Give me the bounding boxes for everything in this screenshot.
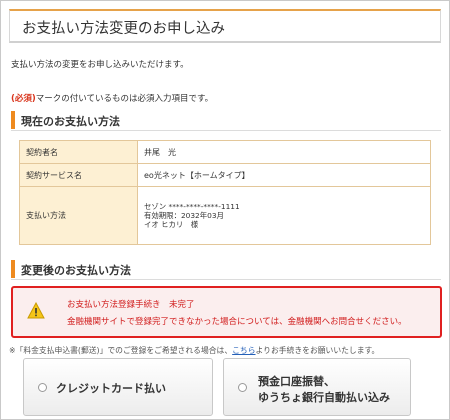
card-number: セゾン ****-****-****-1111: [144, 202, 240, 211]
intro-text: 支払い方法の変更をお申し込みいただけます。: [11, 60, 189, 70]
contractor-name-value: 井尾 光: [137, 140, 431, 164]
current-payment-table: 契約者名 井尾 光 契約サービス名 eo光ネット【ホームタイプ】 支払い方法 セ…: [19, 140, 431, 245]
radio-button[interactable]: [238, 383, 247, 392]
radio-button[interactable]: [38, 383, 47, 392]
page-frame: お支払い方法変更のお申し込み 支払い方法の変更をお申し込みいただけます。 (必須…: [0, 0, 450, 420]
service-name-value: eo光ネット【ホームタイプ】: [137, 163, 431, 187]
registration-alert: お支払い方法登録手続き 未完了 金融機関サイトで登録完了できなかった場合について…: [11, 286, 442, 338]
table-row: 契約者名 井尾 光: [19, 140, 431, 164]
bank-transfer-label-1: 預金口座振替、: [258, 375, 335, 388]
alert-detail-text: 金融機関サイトで登録完了できなかった場合については、金融機関へお問合せください。: [67, 317, 407, 327]
service-name-label: 契約サービス名: [19, 163, 138, 187]
payment-method-value: セゾン ****-****-****-1111 有効期限：2032年03月 イオ…: [137, 186, 431, 245]
warning-icon: [27, 302, 45, 319]
footnote-prefix: ※「料金支払申込書(郵送)」でのご登録をご希望される場合は、: [9, 346, 233, 355]
contractor-name-label: 契約者名: [19, 140, 138, 164]
footnote-suffix: よりお手続きをお願いいたします。: [255, 346, 380, 355]
required-note-text: マークの付いているものは必須入力項目です。: [35, 94, 214, 104]
bank-transfer-label-2: ゆうちょ銀行自動払い込み: [258, 391, 390, 404]
here-link[interactable]: こちら: [232, 346, 255, 355]
current-payment-heading: 現在のお支払い方法: [11, 111, 441, 131]
card-expiry: 有効期限：2032年03月: [144, 211, 224, 220]
heading-accent-bar: [11, 111, 15, 129]
page-header: お支払い方法変更のお申し込み: [9, 9, 441, 43]
page-title: お支払い方法変更のお申し込み: [22, 21, 225, 37]
required-mark: (必須): [11, 94, 36, 104]
credit-card-option[interactable]: クレジットカード払い: [23, 358, 213, 416]
required-note: (必須)マークの付いているものは必須入力項目です。: [11, 92, 213, 104]
card-holder: イオ ヒカリ 様: [144, 220, 199, 229]
payment-method-label: 支払い方法: [19, 186, 138, 245]
new-payment-title: 変更後のお支払い方法: [21, 264, 131, 277]
credit-card-label: クレジットカード払い: [56, 382, 166, 395]
bank-transfer-option[interactable]: 預金口座振替、 ゆうちょ銀行自動払い込み: [223, 358, 411, 416]
postal-form-note: ※「料金支払申込書(郵送)」でのご登録をご希望される場合は、こちらよりお手続きを…: [9, 345, 379, 356]
table-row: 支払い方法 セゾン ****-****-****-1111 有効期限：2032年…: [19, 186, 431, 245]
new-payment-heading: 変更後のお支払い方法: [11, 260, 441, 280]
alert-status-text: お支払い方法登録手続き 未完了: [67, 300, 195, 310]
heading-accent-bar: [11, 260, 15, 278]
current-payment-title: 現在のお支払い方法: [21, 115, 120, 128]
table-row: 契約サービス名 eo光ネット【ホームタイプ】: [19, 163, 431, 187]
